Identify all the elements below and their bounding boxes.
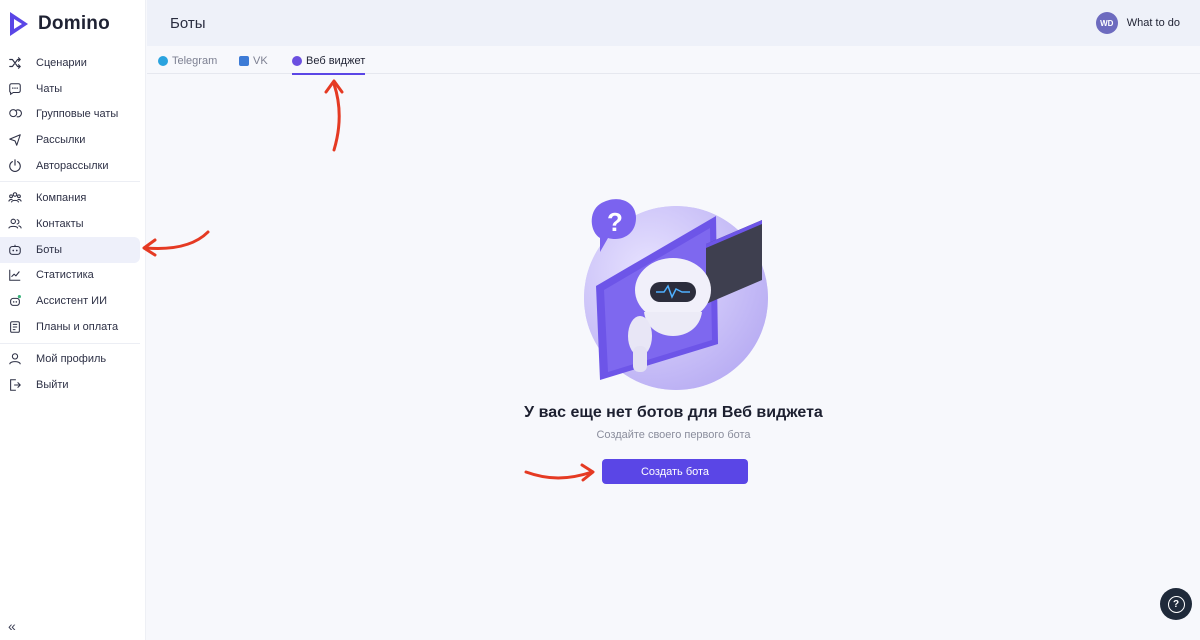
logo-icon bbox=[10, 12, 28, 36]
send-icon bbox=[8, 133, 22, 147]
contacts-icon bbox=[8, 217, 22, 231]
sidebar-item-label: Контакты bbox=[36, 217, 84, 230]
sidebar-item-label: Планы и оплата bbox=[36, 320, 119, 333]
sidebar-item-label: Авторассылки bbox=[36, 159, 109, 172]
sidebar-item-label: Статистика bbox=[36, 269, 94, 282]
nav-divider bbox=[0, 181, 140, 183]
user-name: What to do bbox=[1126, 17, 1180, 29]
app-name: Domino bbox=[38, 13, 110, 34]
sidebar-item-contacts[interactable]: Контакты bbox=[0, 211, 140, 237]
empty-state-subtitle: Создайте своего первого бота bbox=[596, 429, 751, 441]
app-logo[interactable]: Domino bbox=[8, 10, 110, 38]
channel-tabs: Telegram VK Веб виджет bbox=[147, 46, 1200, 75]
sidebar-item-group-chat[interactable]: Групповые чаты bbox=[0, 101, 140, 127]
tab-label: VK bbox=[253, 55, 268, 67]
logout-icon bbox=[8, 378, 22, 392]
web-widget-icon bbox=[292, 56, 302, 66]
sidebar-item-logout[interactable]: Выйти bbox=[0, 372, 140, 398]
tab-web-widget[interactable]: Веб виджет bbox=[292, 55, 366, 75]
bot-icon bbox=[8, 243, 22, 257]
annotation-arrow-tabs bbox=[324, 79, 344, 152]
shuffle-icon bbox=[8, 56, 22, 70]
telegram-icon bbox=[158, 56, 168, 66]
sidebar-item-send[interactable]: Рассылки bbox=[0, 127, 140, 153]
page-title: Боты bbox=[170, 14, 206, 32]
chat-icon bbox=[8, 82, 22, 96]
sidebar-item-label: Компания bbox=[36, 192, 87, 205]
create-bot-button[interactable]: Создать бота bbox=[602, 459, 748, 484]
sidebar-item-power[interactable]: Авторассылки bbox=[0, 153, 140, 179]
sidebar-item-bot[interactable]: Боты bbox=[0, 236, 140, 263]
tab-label: Telegram bbox=[172, 55, 218, 67]
sidebar-item-label: Чаты bbox=[36, 82, 63, 95]
sidebar-item-chat[interactable]: Чаты bbox=[0, 76, 140, 102]
billing-icon bbox=[8, 320, 22, 334]
sidebar-item-ai-assistant[interactable]: Ассистент ИИ bbox=[0, 288, 140, 314]
ai-assistant-icon bbox=[8, 294, 22, 308]
power-icon bbox=[8, 158, 22, 173]
empty-state-title: У вас еще нет ботов для Веб виджета bbox=[524, 404, 823, 421]
sidebar: Domino Сценарии Чаты Групповые чаты Рассылк… bbox=[0, 0, 146, 640]
help-icon: ? bbox=[1167, 595, 1185, 613]
robot-illustration: ? bbox=[584, 199, 768, 390]
avatar: WD bbox=[1095, 12, 1118, 34]
sidebar-item-billing[interactable]: Планы и оплата bbox=[0, 314, 140, 340]
sidebar-item-shuffle[interactable]: Сценарии bbox=[0, 50, 140, 76]
vk-icon bbox=[239, 56, 249, 66]
tab-vk[interactable]: VK bbox=[239, 55, 268, 73]
help-button[interactable]: ? bbox=[1160, 588, 1192, 620]
sidebar-item-profile[interactable]: Мой профиль bbox=[0, 347, 140, 373]
sidebar-item-label: Сценарии bbox=[36, 56, 87, 69]
sidebar-item-label: Рассылки bbox=[36, 133, 86, 146]
annotation-arrow-create bbox=[524, 463, 595, 482]
tab-telegram[interactable]: Telegram bbox=[158, 55, 217, 73]
sidebar-item-chart[interactable]: Статистика bbox=[0, 263, 140, 289]
company-icon bbox=[8, 191, 22, 205]
sidebar-item-label: Боты bbox=[36, 243, 63, 256]
sidebar-item-label: Выйти bbox=[36, 379, 69, 392]
tab-label: Веб виджет bbox=[306, 55, 366, 67]
sidebar-item-label: Ассистент ИИ bbox=[36, 295, 107, 308]
sidebar-item-company[interactable]: Компания bbox=[0, 185, 140, 211]
collapse-sidebar-icon[interactable]: « bbox=[8, 618, 16, 634]
top-header: Боты WD What to do bbox=[147, 0, 1200, 46]
profile-icon bbox=[8, 352, 22, 366]
svg-text:?: ? bbox=[607, 207, 623, 237]
user-menu[interactable]: WD What to do bbox=[1095, 12, 1180, 34]
sidebar-item-label: Мой профиль bbox=[36, 353, 107, 366]
sidebar-nav: Сценарии Чаты Групповые чаты Рассылки Автора… bbox=[0, 50, 146, 398]
sidebar-item-label: Групповые чаты bbox=[36, 108, 119, 121]
nav-divider bbox=[0, 342, 140, 344]
chart-icon bbox=[8, 268, 22, 282]
annotation-arrow-bots bbox=[142, 230, 210, 257]
group-chat-icon bbox=[8, 107, 22, 121]
